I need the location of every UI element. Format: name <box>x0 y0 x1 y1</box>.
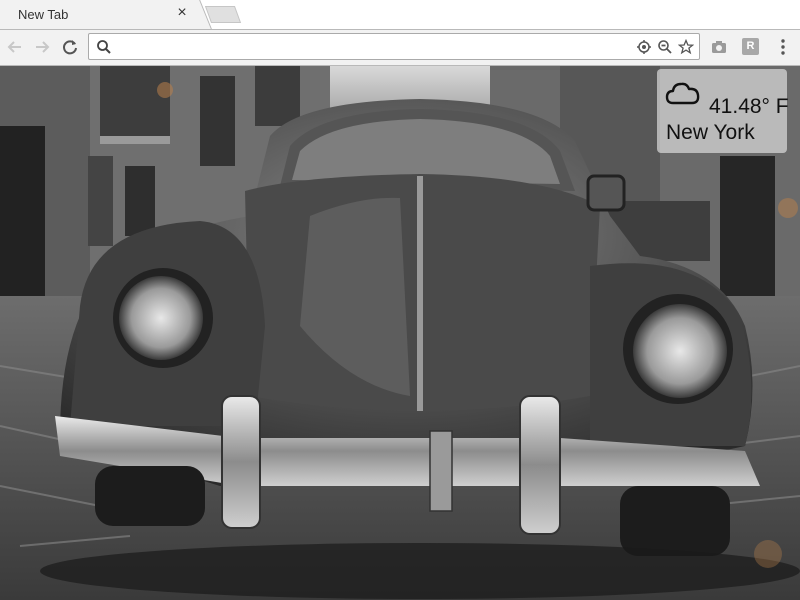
omnibox[interactable] <box>88 33 700 60</box>
arrow-left-icon <box>7 41 21 53</box>
weather-temperature: 41.48° F <box>709 95 789 118</box>
zoom-out-icon[interactable] <box>657 39 673 55</box>
weather-widget[interactable]: 41.48° F New York <box>657 69 789 153</box>
new-tab-button[interactable] <box>204 6 242 23</box>
weather-city: New York <box>666 121 755 144</box>
reload-button[interactable] <box>59 36 81 58</box>
tab-strip: New Tab × <box>0 0 800 30</box>
location-target-icon[interactable] <box>636 39 652 55</box>
search-icon <box>97 40 111 54</box>
browser-toolbar <box>0 30 800 66</box>
menu-kebab-icon[interactable] <box>776 38 790 56</box>
camera-icon[interactable] <box>710 38 728 56</box>
forward-button[interactable] <box>31 36 53 58</box>
tab-close-icon[interactable]: × <box>173 4 191 22</box>
reload-icon <box>63 40 77 55</box>
extension-r-button[interactable]: R <box>742 38 759 55</box>
cloud-icon <box>665 82 700 105</box>
tab-new-tab[interactable]: New Tab × <box>0 0 198 29</box>
bookmark-star-icon[interactable] <box>678 39 694 55</box>
back-button[interactable] <box>4 36 26 58</box>
arrow-right-icon <box>36 41 50 53</box>
tab-title: New Tab <box>18 7 69 22</box>
omnibox-input[interactable] <box>119 37 623 58</box>
